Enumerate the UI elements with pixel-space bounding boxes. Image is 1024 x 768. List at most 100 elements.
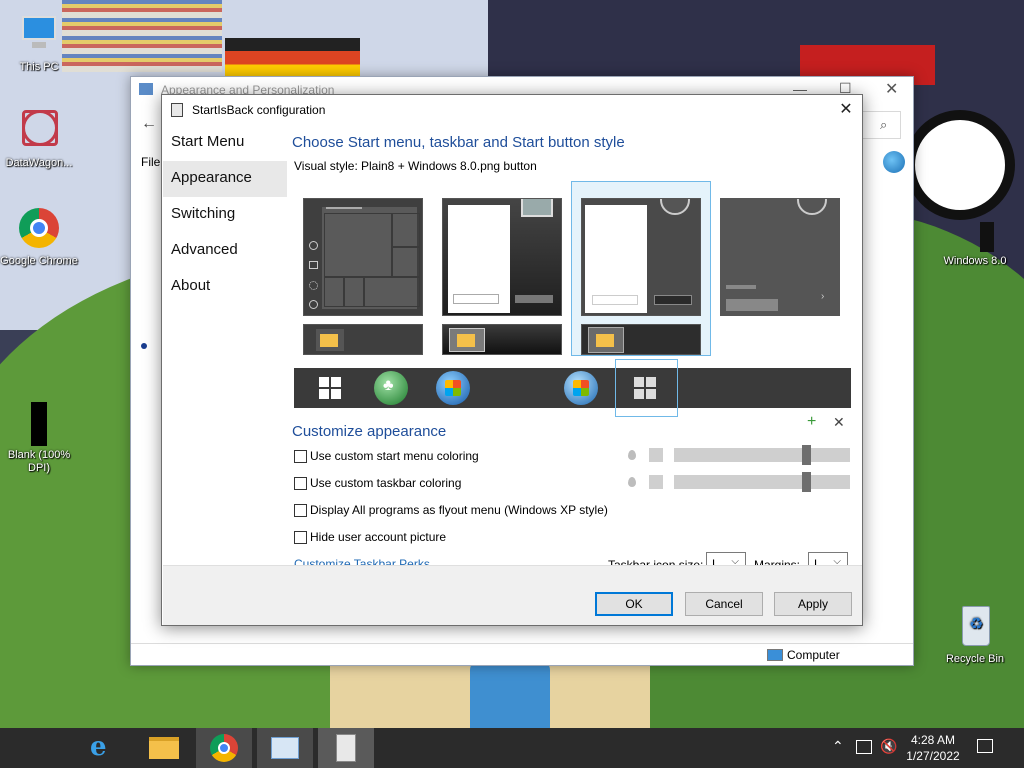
- desktop-icon-label: Windows 8.0: [943, 255, 1007, 267]
- checkbox-label: Use custom start menu coloring: [310, 449, 479, 463]
- startisback-dialog: StartIsBack configuration ✕ Start Menu A…: [161, 94, 863, 626]
- clock-time: 4:28 AM: [910, 733, 956, 747]
- apply-button[interactable]: Apply: [774, 592, 852, 616]
- style-option-classic-7[interactable]: [442, 198, 562, 316]
- orb-clover[interactable]: ♣: [374, 371, 408, 405]
- checkbox-custom-start-menu-coloring[interactable]: [294, 450, 307, 463]
- style-option-metro[interactable]: [303, 198, 423, 316]
- slider-thumb[interactable]: [802, 472, 811, 492]
- taskbar-file-explorer[interactable]: [136, 728, 192, 768]
- network-icon[interactable]: [856, 740, 872, 754]
- clock-date: 1/27/2022: [906, 749, 960, 763]
- dialog-title: StartIsBack configuration: [192, 103, 326, 117]
- checkbox-label: Hide user account picture: [310, 530, 447, 544]
- desktop-icon-recycle-bin[interactable]: ♻ Recycle Bin: [936, 604, 1014, 666]
- nav-start-menu[interactable]: Start Menu: [163, 125, 287, 161]
- style-option-modern[interactable]: ›: [720, 198, 840, 316]
- cancel-button[interactable]: Cancel: [685, 592, 763, 616]
- orb-windows-logo[interactable]: [313, 371, 347, 405]
- visual-style-value: Plain8 + Windows 8.0.png button: [361, 159, 537, 173]
- search-box-preview: [453, 294, 499, 304]
- start-menu-color-swatch[interactable]: [649, 448, 663, 462]
- recycle-bin-icon: ♻: [952, 604, 998, 650]
- tile-small: [344, 277, 364, 307]
- nav-about[interactable]: About: [163, 269, 287, 305]
- chrome-icon: [16, 206, 62, 252]
- style-option-plain8[interactable]: [581, 198, 701, 316]
- nav-advanced[interactable]: Advanced: [163, 233, 287, 269]
- power-icon: [309, 300, 318, 309]
- taskbar-control-panel[interactable]: [257, 728, 313, 768]
- ok-button[interactable]: OK: [595, 592, 673, 616]
- file-icon: [952, 206, 998, 252]
- user-avatar-icon: [797, 199, 827, 215]
- chrome-center: [218, 742, 230, 754]
- search-box-preview: [726, 299, 778, 311]
- add-icon[interactable]: +: [807, 413, 816, 431]
- folder-icon: [149, 737, 179, 759]
- settings-nav: Start Menu Appearance Switching Advanced…: [163, 125, 287, 305]
- explorer-search-box[interactable]: ⌕: [861, 111, 901, 139]
- desktop-icon-label: Google Chrome: [0, 255, 78, 267]
- desktop-icon-label: Blank (100% DPI): [7, 449, 71, 474]
- clock[interactable]: 4:28 AM 1/27/2022: [906, 732, 960, 768]
- wallpaper-banner: [225, 38, 360, 78]
- user-picture-icon: [521, 199, 553, 217]
- blank-shortcut-icon: [16, 400, 62, 446]
- user-icon: [309, 241, 318, 250]
- tile-small: [392, 247, 420, 277]
- slider-thumb[interactable]: [802, 445, 811, 465]
- monitor-icon: [16, 12, 62, 58]
- taskbar-style-3[interactable]: [581, 324, 701, 355]
- taskbar-internet-explorer[interactable]: e: [76, 728, 132, 768]
- wallpaper-character: [470, 660, 550, 728]
- visual-style-label: Visual style:: [294, 159, 358, 173]
- taskbar-color-swatch[interactable]: [649, 475, 663, 489]
- taskbar-style-1[interactable]: [303, 324, 423, 355]
- start-menu-color-slider[interactable]: [674, 445, 850, 465]
- taskbar-style-2[interactable]: [442, 324, 562, 355]
- nav-switching[interactable]: Switching: [163, 197, 287, 233]
- back-arrow-icon[interactable]: ←: [141, 115, 157, 133]
- customize-heading: Customize appearance: [292, 423, 447, 440]
- desktop-icon-google-chrome[interactable]: Google Chrome: [0, 206, 78, 268]
- folder-icon: [596, 334, 614, 347]
- desktop-icon-windows-8[interactable]: Windows 8.0: [936, 206, 1014, 268]
- taskbar-startisback[interactable]: [318, 728, 374, 768]
- orb-windows-8[interactable]: [628, 371, 662, 405]
- folder-icon: [320, 334, 338, 347]
- desktop-icon-this-pc[interactable]: This PC: [0, 12, 78, 74]
- checkbox-hide-user-picture[interactable]: [294, 531, 307, 544]
- computer-icon: [767, 649, 783, 661]
- color-drop-icon: [628, 450, 636, 460]
- checkbox-custom-taskbar-coloring[interactable]: [294, 477, 307, 490]
- explorer-close-icon[interactable]: ✕: [885, 79, 898, 99]
- nav-appearance[interactable]: Appearance: [163, 161, 287, 197]
- internet-explorer-icon: e: [90, 732, 107, 762]
- dialog-titlebar: StartIsBack configuration ✕: [162, 95, 862, 125]
- taskbar-color-slider[interactable]: [674, 472, 850, 492]
- desktop-icon-blank-dpi[interactable]: Blank (100% DPI): [0, 400, 78, 475]
- bullet-icon: [141, 343, 147, 349]
- status-computer: Computer: [787, 648, 840, 662]
- checkbox-flyout-menu[interactable]: [294, 504, 307, 517]
- wallpaper-flags: [62, 0, 222, 72]
- show-hidden-icons[interactable]: ⌃: [832, 738, 844, 768]
- color-drop-icon: [628, 477, 636, 487]
- notifications-icon[interactable]: [977, 739, 993, 753]
- desktop-icon-datawagon[interactable]: DataWagon...: [0, 102, 78, 170]
- orb-windows-vista[interactable]: [564, 371, 598, 405]
- taskbar-google-chrome[interactable]: [196, 728, 252, 768]
- dialog-close-icon[interactable]: ✕: [830, 95, 862, 125]
- orb-windows-7[interactable]: [436, 371, 470, 405]
- list-preview: [726, 285, 756, 289]
- datawagon-icon: [14, 102, 66, 154]
- volume-muted-icon[interactable]: 🔇: [880, 738, 897, 768]
- style-heading: Choose Start menu, taskbar and Start but…: [292, 134, 625, 151]
- globe-icon[interactable]: [883, 151, 905, 173]
- explorer-menu-file[interactable]: File: [141, 155, 160, 169]
- remove-icon[interactable]: ✕: [833, 414, 845, 431]
- clover-icon: ♣: [383, 377, 394, 394]
- dialog-footer: OK Cancel Apply: [163, 565, 862, 625]
- settings-icon: [309, 281, 318, 290]
